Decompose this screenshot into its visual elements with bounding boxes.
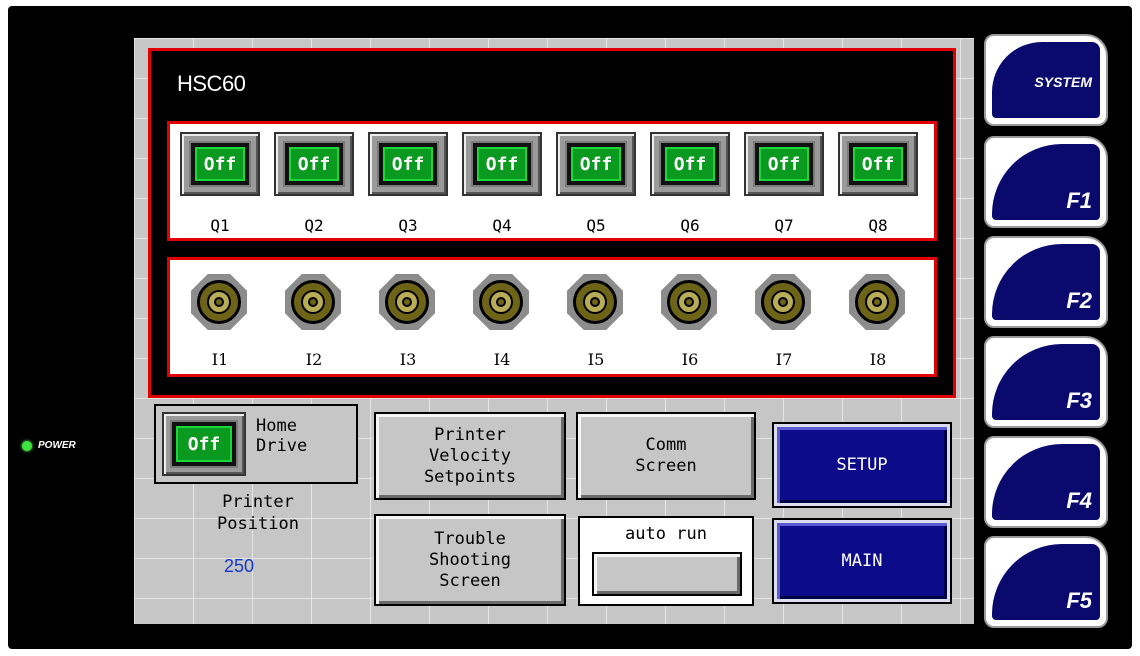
output-state: Off: [195, 147, 245, 181]
input-indicator-icon: [849, 274, 905, 330]
printer-velocity-setpoints-button[interactable]: Printer Velocity Setpoints: [374, 412, 566, 500]
outputs-row: Off Q1 Off Q2 Off Q3 Off Q4 Off Q5 Off Q…: [167, 121, 937, 241]
output-label: Q2: [304, 216, 324, 235]
input-i1: I1: [172, 270, 266, 376]
output-toggle-button[interactable]: Off: [650, 132, 730, 196]
output-toggle-button[interactable]: Off: [556, 132, 636, 196]
input-i3: I3: [360, 270, 454, 376]
home-drive-panel: Off Home Drive: [154, 404, 358, 484]
input-indicator-icon: [661, 274, 717, 330]
output-state: Off: [289, 147, 339, 181]
output-label: Q1: [210, 216, 230, 235]
comm-screen-button[interactable]: Comm Screen: [576, 412, 756, 500]
function-key-label: F4: [1066, 488, 1092, 513]
input-label: I4: [493, 350, 511, 369]
auto-run-indicator[interactable]: [592, 552, 742, 596]
f4-key[interactable]: F4: [984, 436, 1108, 528]
output-toggle-button[interactable]: Off: [462, 132, 542, 196]
output-state: Off: [665, 147, 715, 181]
output-state: Off: [571, 147, 621, 181]
input-i4: I4: [454, 270, 548, 376]
function-key-label: SYSTEM: [1034, 74, 1092, 90]
input-i6: I6: [642, 270, 736, 376]
home-drive-button[interactable]: Off: [162, 412, 246, 476]
input-label: I3: [399, 350, 417, 369]
power-label: POWER: [38, 440, 76, 451]
output-label: Q6: [680, 216, 700, 235]
input-indicator-icon: [567, 274, 623, 330]
auto-run-label: auto run: [625, 524, 707, 544]
input-label: I5: [587, 350, 605, 369]
output-state: Off: [759, 147, 809, 181]
output-q7: Off Q7: [736, 130, 830, 238]
output-q2: Off Q2: [266, 130, 360, 238]
input-i7: I7: [736, 270, 830, 376]
f1-key[interactable]: F1: [984, 136, 1108, 228]
home-drive-state: Off: [176, 426, 232, 462]
function-key-label: F3: [1066, 388, 1092, 413]
output-toggle-button[interactable]: Off: [368, 132, 448, 196]
f3-key[interactable]: F3: [984, 336, 1108, 428]
power-indicator: POWER: [22, 440, 76, 451]
output-state: Off: [477, 147, 527, 181]
system-key[interactable]: SYSTEM: [984, 34, 1108, 126]
main-button[interactable]: MAIN: [772, 518, 952, 604]
input-i5: I5: [548, 270, 642, 376]
power-led-icon: [22, 440, 32, 451]
f2-key[interactable]: F2: [984, 236, 1108, 328]
output-q4: Off Q4: [454, 130, 548, 238]
input-label: I8: [869, 350, 887, 369]
input-i8: I8: [830, 270, 924, 376]
output-q6: Off Q6: [642, 130, 736, 238]
output-toggle-button[interactable]: Off: [274, 132, 354, 196]
output-q3: Off Q3: [360, 130, 454, 238]
output-label: Q8: [868, 216, 888, 235]
inputs-row: I1 I2 I3 I4 I5 I6 I7 I8: [167, 257, 937, 377]
output-state: Off: [853, 147, 903, 181]
printer-position-value: 250: [224, 556, 255, 576]
output-q8: Off Q8: [830, 130, 924, 238]
output-label: Q4: [492, 216, 512, 235]
io-frame: HSC60 Off Q1 Off Q2 Off Q3 Off Q4 Off Q5: [148, 48, 956, 398]
output-label: Q7: [774, 216, 794, 235]
output-label: Q3: [398, 216, 418, 235]
output-q1: Off Q1: [172, 130, 266, 238]
home-drive-label: Home Drive: [256, 416, 308, 456]
f5-key[interactable]: F5: [984, 536, 1108, 628]
output-label: Q5: [586, 216, 606, 235]
function-key-label: F5: [1066, 588, 1092, 613]
input-indicator-icon: [473, 274, 529, 330]
input-label: I1: [211, 350, 229, 369]
input-indicator-icon: [755, 274, 811, 330]
setup-button[interactable]: SETUP: [772, 422, 952, 508]
input-label: I6: [681, 350, 699, 369]
panel-title: HSC60: [177, 71, 246, 96]
input-indicator-icon: [191, 274, 247, 330]
hmi-screen: HSC60 Off Q1 Off Q2 Off Q3 Off Q4 Off Q5: [134, 38, 974, 624]
auto-run-panel: auto run: [578, 516, 754, 606]
function-key-label: F2: [1066, 288, 1092, 313]
input-label: I2: [305, 350, 323, 369]
printer-position-label: Printer Position: [217, 492, 299, 534]
output-state: Off: [383, 147, 433, 181]
input-indicator-icon: [379, 274, 435, 330]
output-toggle-button[interactable]: Off: [744, 132, 824, 196]
output-toggle-button[interactable]: Off: [838, 132, 918, 196]
input-indicator-icon: [285, 274, 341, 330]
output-toggle-button[interactable]: Off: [180, 132, 260, 196]
input-label: I7: [775, 350, 793, 369]
input-i2: I2: [266, 270, 360, 376]
function-key-label: F1: [1066, 188, 1092, 213]
output-q5: Off Q5: [548, 130, 642, 238]
trouble-shooting-screen-button[interactable]: Trouble Shooting Screen: [374, 514, 566, 606]
